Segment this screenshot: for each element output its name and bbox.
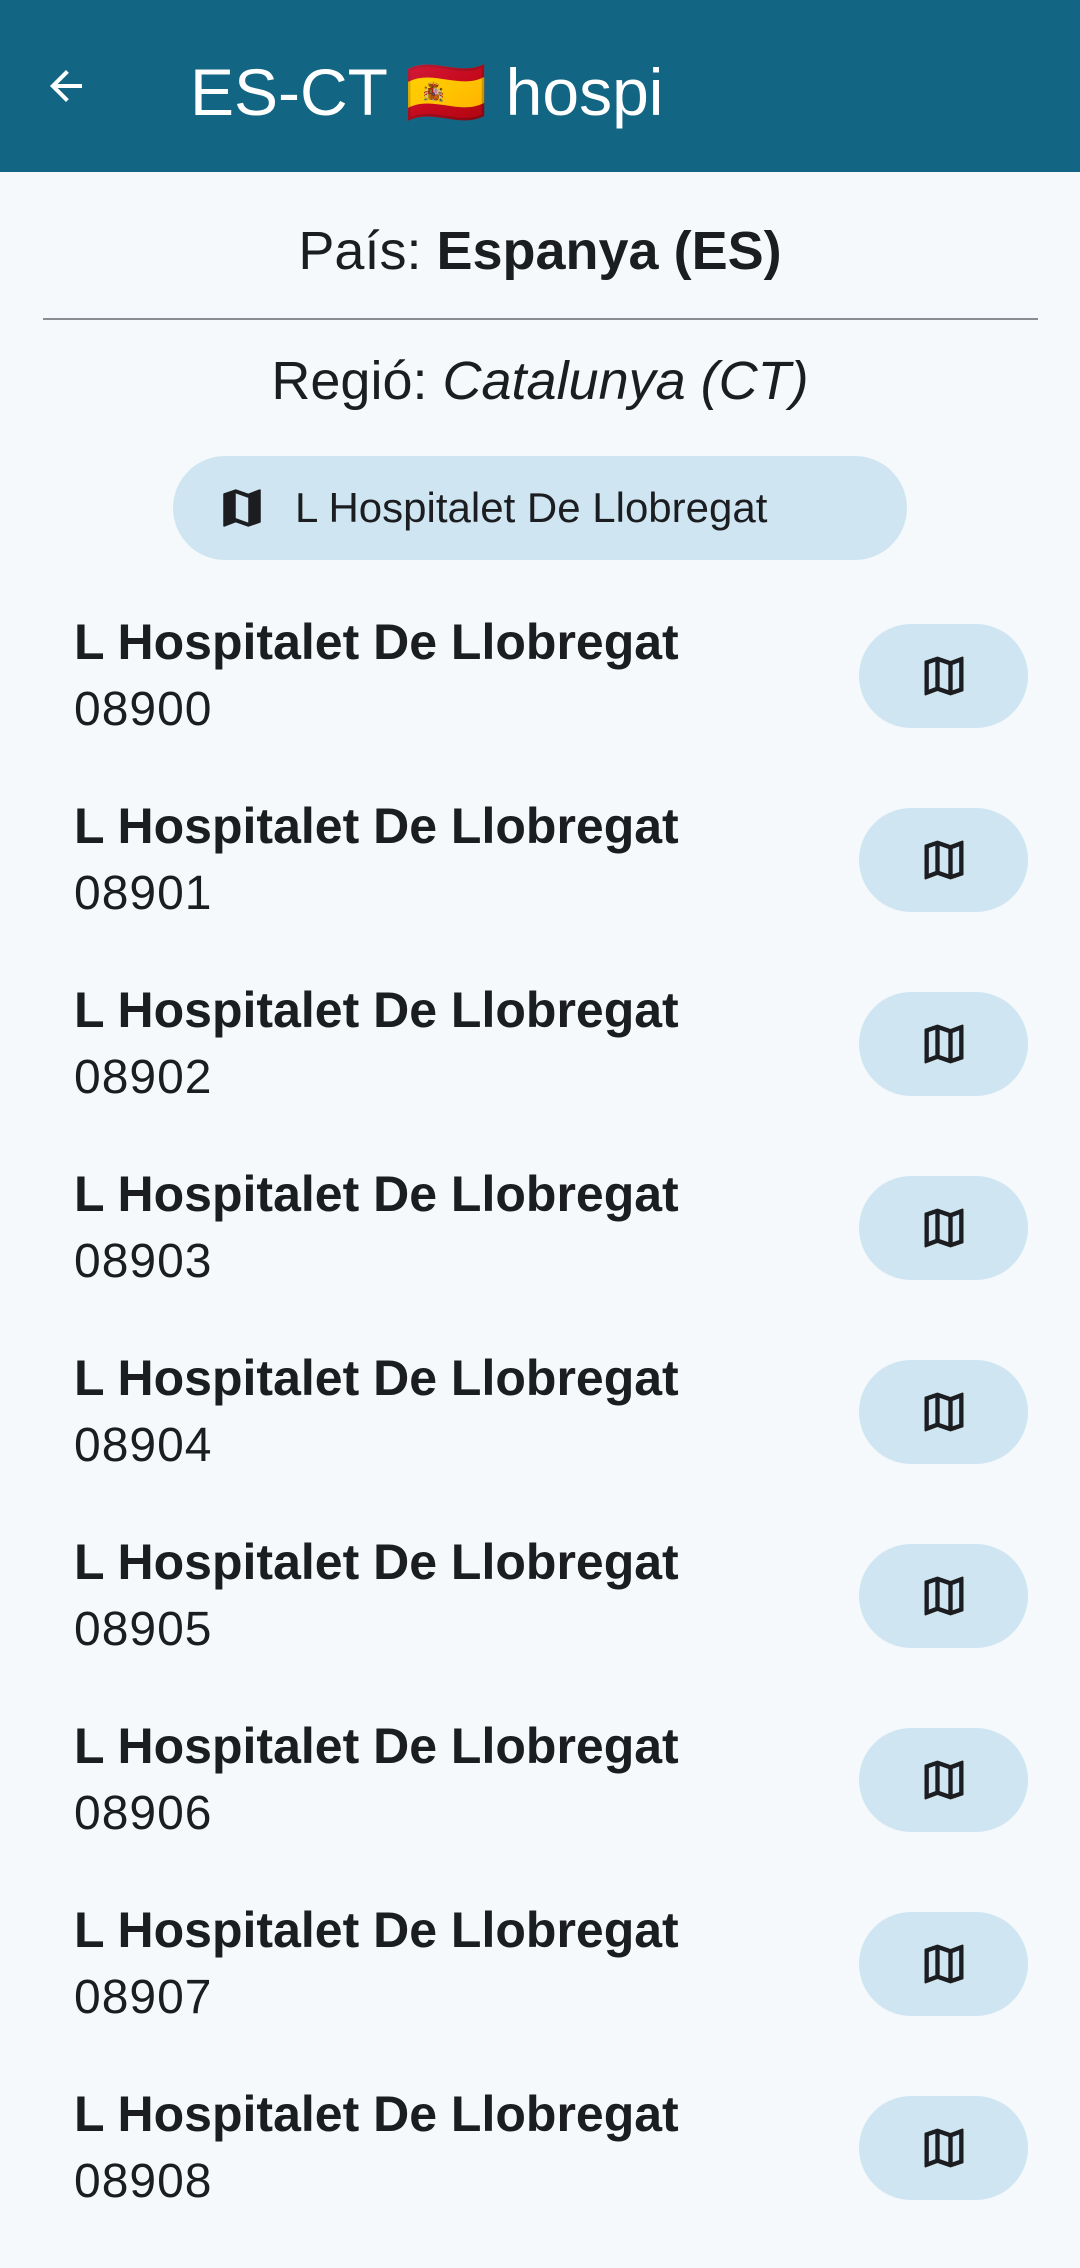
item-postal-code: 08904	[74, 1419, 213, 1472]
item-postal-code: 08902	[74, 1051, 213, 1104]
item-name: L Hospitalet De Llobregat	[74, 1350, 679, 1406]
map-button[interactable]	[859, 1360, 1028, 1464]
region-label: Regió:	[271, 351, 443, 411]
back-button[interactable]	[30, 50, 102, 122]
country-label: País:	[298, 221, 437, 281]
map-icon	[918, 1018, 970, 1070]
item-name: L Hospitalet De Llobregat	[74, 798, 679, 854]
app-title: ES-CT 🇪🇸 hospi	[190, 55, 664, 129]
item-postal-code: 08903	[74, 1235, 213, 1288]
item-postal-code: 08905	[74, 1603, 213, 1656]
list-item[interactable]: L Hospitalet De Llobregat 08906	[0, 1716, 1080, 1900]
city-chip-label: L Hospitalet De Llobregat	[295, 484, 768, 531]
divider	[43, 318, 1038, 320]
list-item[interactable]: L Hospitalet De Llobregat 08907	[0, 1900, 1080, 2084]
map-icon	[918, 1386, 970, 1438]
map-button[interactable]	[859, 1912, 1028, 2016]
arrow-back-icon	[50, 70, 82, 102]
map-button[interactable]	[859, 1544, 1028, 1648]
list-item[interactable]: L Hospitalet De Llobregat 08904	[0, 1348, 1080, 1532]
list-item[interactable]: L Hospitalet De Llobregat 08902	[0, 980, 1080, 1164]
map-icon	[918, 650, 970, 702]
map-icon	[918, 834, 970, 886]
list-item[interactable]: L Hospitalet De Llobregat 08905	[0, 1532, 1080, 1716]
item-postal-code: 08900	[74, 683, 213, 736]
list-item[interactable]: L Hospitalet De Llobregat 08901	[0, 796, 1080, 980]
item-name: L Hospitalet De Llobregat	[74, 614, 679, 670]
item-name: L Hospitalet De Llobregat	[74, 1902, 679, 1958]
map-icon	[918, 1754, 970, 1806]
item-name: L Hospitalet De Llobregat	[74, 1718, 679, 1774]
country-value: Espanya (ES)	[436, 221, 782, 281]
item-postal-code: 08907	[74, 1971, 213, 2024]
list-item[interactable]: L Hospitalet De Llobregat 08900	[0, 612, 1080, 796]
country-line: País: Espanya (ES)	[0, 218, 1080, 284]
map-button[interactable]	[859, 1176, 1028, 1280]
item-postal-code: 08906	[74, 1787, 213, 1840]
region-line: Regió: Catalunya (CT)	[0, 348, 1080, 414]
item-name: L Hospitalet De Llobregat	[74, 2086, 679, 2142]
item-postal-code: 08908	[74, 2155, 213, 2208]
map-icon	[918, 1202, 970, 1254]
item-postal-code: 08901	[74, 867, 213, 920]
region-value: Catalunya (CT)	[442, 351, 809, 411]
map-button[interactable]	[859, 992, 1028, 1096]
map-icon	[918, 2122, 970, 2174]
item-name: L Hospitalet De Llobregat	[74, 1166, 679, 1222]
map-icon	[918, 1570, 970, 1622]
city-chip[interactable]: L Hospitalet De Llobregat	[173, 456, 907, 560]
map-button[interactable]	[859, 808, 1028, 912]
map-icon	[217, 483, 267, 533]
item-name: L Hospitalet De Llobregat	[74, 982, 679, 1038]
app-bar: ES-CT 🇪🇸 hospi	[0, 0, 1080, 172]
map-button[interactable]	[859, 624, 1028, 728]
list-item[interactable]: L Hospitalet De Llobregat 08908	[0, 2084, 1080, 2268]
map-icon	[918, 1938, 970, 1990]
map-button[interactable]	[859, 2096, 1028, 2200]
list-item[interactable]: L Hospitalet De Llobregat 08903	[0, 1164, 1080, 1348]
item-name: L Hospitalet De Llobregat	[74, 1534, 679, 1590]
map-button[interactable]	[859, 1728, 1028, 1832]
